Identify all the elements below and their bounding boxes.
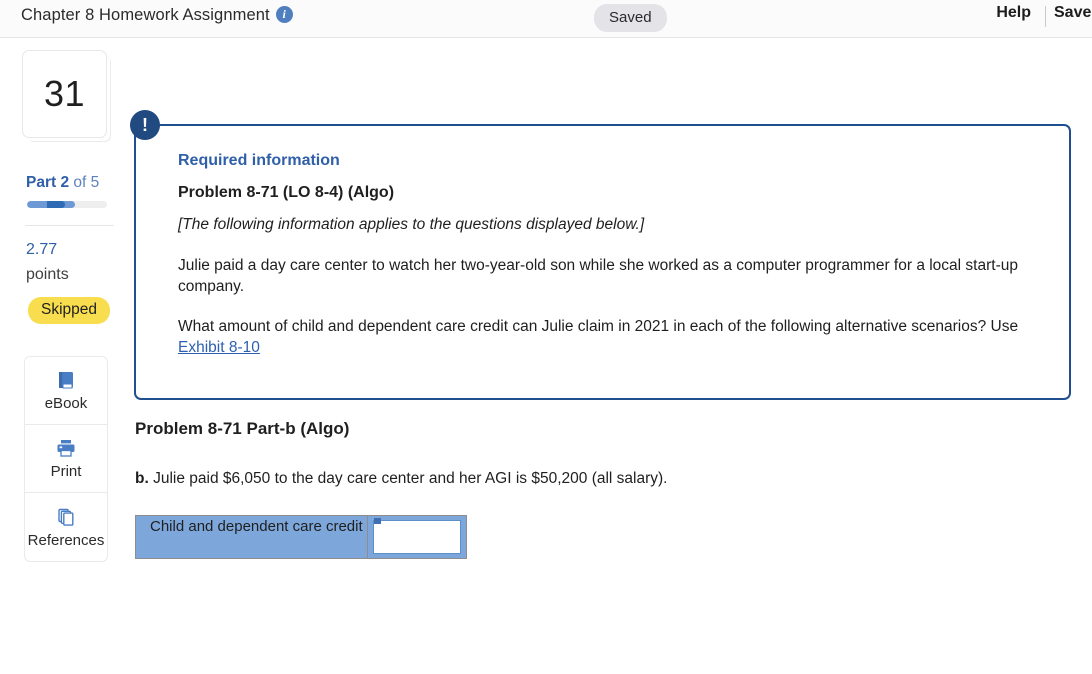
prompt-marker: b. bbox=[135, 470, 149, 487]
page-title: Chapter 8 Homework Assignment i bbox=[21, 6, 293, 25]
prompt-text: Julie paid $6,050 to the day care center… bbox=[149, 470, 668, 487]
question-sidebar: 31 Part 2 of 5 2.77 points Skipped eBook bbox=[0, 38, 134, 674]
applies-note: [The following information applies to th… bbox=[178, 216, 1038, 234]
references-button[interactable]: References bbox=[25, 493, 107, 561]
question-content: ! Required information Problem 8-71 (LO … bbox=[134, 38, 1092, 674]
problem-identifier: Problem 8-71 (LO 8-4) (Algo) bbox=[178, 184, 1038, 202]
cell-marker-icon bbox=[374, 518, 381, 524]
exclamation-icon: ! bbox=[130, 110, 160, 140]
required-information-box: ! Required information Problem 8-71 (LO … bbox=[134, 124, 1071, 400]
book-icon bbox=[55, 369, 77, 391]
exhibit-link[interactable]: Exhibit 8-10 bbox=[178, 339, 260, 356]
scenario-paragraph-1: Julie paid a day care center to watch he… bbox=[178, 255, 1030, 297]
answer-table: Child and dependent care credit bbox=[135, 515, 467, 559]
answer-row-label: Child and dependent care credit bbox=[136, 516, 368, 558]
sidebar-divider bbox=[25, 225, 114, 226]
question-number: 31 bbox=[44, 73, 85, 115]
part-prefix: Part bbox=[26, 174, 60, 191]
answer-input-cell bbox=[368, 516, 466, 558]
question-number-card: 31 bbox=[22, 50, 107, 138]
status-badge-skipped: Skipped bbox=[28, 297, 110, 324]
progress-fill-dark bbox=[47, 201, 65, 208]
print-button[interactable]: Print bbox=[25, 425, 107, 493]
required-information-title: Required information bbox=[178, 152, 1038, 170]
answer-input[interactable] bbox=[373, 520, 461, 554]
part-heading: Problem 8-71 Part-b (Algo) bbox=[135, 419, 349, 439]
references-label: References bbox=[24, 532, 108, 549]
part-current: 2 bbox=[60, 174, 69, 191]
points-label: points bbox=[26, 266, 69, 284]
page-title-text: Chapter 8 Homework Assignment bbox=[21, 6, 270, 24]
info-circle-icon[interactable]: i bbox=[276, 6, 293, 23]
status-badge-saved: Saved bbox=[594, 4, 667, 32]
required-information-body: Required information Problem 8-71 (LO 8-… bbox=[178, 152, 1038, 358]
question-prompt: b. Julie paid $6,050 to the day care cen… bbox=[135, 470, 667, 488]
part-progress-bar bbox=[27, 201, 107, 208]
part-suffix: of 5 bbox=[69, 174, 99, 191]
copy-pages-icon bbox=[55, 506, 77, 528]
ebook-label: eBook bbox=[45, 395, 88, 412]
header-divider bbox=[1045, 6, 1046, 27]
scenario-paragraph-2-text: What amount of child and dependent care … bbox=[178, 318, 1018, 335]
app-header: Chapter 8 Homework Assignment i Saved Hel… bbox=[0, 0, 1092, 38]
printer-icon bbox=[55, 437, 77, 459]
points-value: 2.77 bbox=[26, 241, 57, 259]
scenario-paragraph-2: What amount of child and dependent care … bbox=[178, 316, 1030, 358]
part-indicator: Part 2 of 5 bbox=[26, 174, 99, 192]
sidebar-tool-group: eBook Print References bbox=[24, 356, 108, 562]
save-and-exit-link[interactable]: Save & Exit bbox=[1054, 4, 1092, 22]
print-label: Print bbox=[51, 463, 82, 480]
ebook-button[interactable]: eBook bbox=[25, 357, 107, 425]
help-link[interactable]: Help bbox=[996, 4, 1031, 22]
